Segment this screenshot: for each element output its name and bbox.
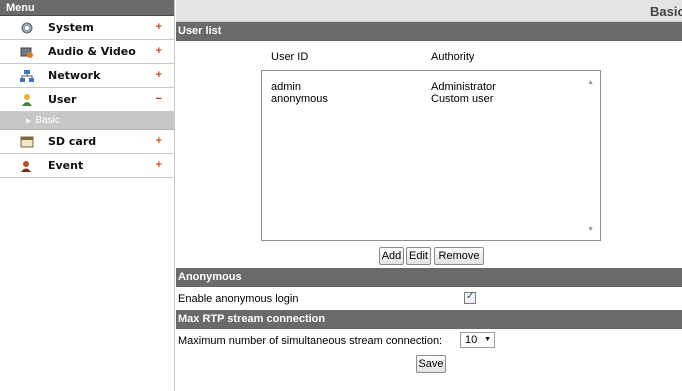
authority-cell: Custom user [431,93,494,105]
network-icon [20,69,34,82]
save-row: Save [176,352,682,380]
sidebar-item-label: SD card [48,135,97,148]
camera-icon [20,47,33,58]
add-user-button[interactable]: Add [379,247,404,265]
sidebar-menu: Menu System + Audio & Video + Network + [0,0,175,391]
scroll-down-icon[interactable]: ▼ [587,226,594,233]
user-list-box[interactable]: admin Administrator anonymous Custom use… [261,70,601,241]
collapse-icon: − [155,93,162,105]
chevron-down-icon: ▼ [484,336,491,343]
column-header-user-id: User ID [271,51,309,63]
sidebar-item-label: Audio & Video [48,45,136,58]
enable-anonymous-label: Enable anonymous login [178,293,299,305]
expand-icon: + [155,135,162,147]
scroll-up-icon[interactable]: ▲ [587,79,594,86]
expand-icon: + [155,159,162,171]
list-item[interactable]: admin Administrator [271,81,581,93]
max-stream-row: Maximum number of simultaneous stream co… [176,329,682,352]
section-header-anonymous: Anonymous [176,268,682,287]
section-header-user-list: User list [176,22,682,41]
main-content: Basic User list User ID Authority admin … [176,0,682,391]
user-id-cell: admin [271,81,301,93]
max-stream-label: Maximum number of simultaneous stream co… [178,335,443,347]
sidebar-item-audio-video[interactable]: Audio & Video + [0,40,174,64]
list-item[interactable]: anonymous Custom user [271,93,581,105]
expand-icon: + [155,69,162,81]
sidebar-item-sd-card[interactable]: SD card + [0,130,174,154]
sidebar-item-system[interactable]: System + [0,16,174,40]
sd-card-icon [20,136,34,147]
max-stream-select[interactable]: 10 ▼ [460,332,495,348]
sidebar-item-label: System [48,21,94,34]
page-title-bar: Basic [176,0,682,22]
checkmark-icon: ✓ [466,291,475,302]
section-header-rtp: Max RTP stream connection [176,310,682,329]
menu-title: Menu [0,0,174,16]
enable-anonymous-checkbox[interactable]: ✓ [464,291,476,304]
sidebar-item-event[interactable]: Event + [0,154,174,178]
authority-cell: Administrator [431,81,496,93]
max-stream-value: 10 [465,334,478,346]
event-icon [21,160,31,172]
user-icon [22,93,32,106]
sidebar-subitem-label: Basic [35,115,60,126]
expand-icon: + [155,45,162,57]
page-title: Basic [650,4,682,19]
save-button[interactable]: Save [416,355,446,373]
sidebar-item-label: Network [48,69,101,82]
remove-user-button[interactable]: Remove [434,247,484,265]
column-header-authority: Authority [431,51,475,63]
sidebar-item-network[interactable]: Network + [0,64,174,88]
user-id-cell: anonymous [271,93,328,105]
anonymous-login-row: Enable anonymous login ✓ [176,287,682,310]
edit-user-button[interactable]: Edit [406,247,431,265]
sidebar-item-user[interactable]: User − [0,88,174,112]
sidebar-subitem-basic[interactable]: ▶ Basic [0,112,174,130]
sidebar-item-label: Event [48,159,84,172]
expand-icon: + [155,21,162,33]
user-list-section: User ID Authority admin Administrator an… [176,41,682,268]
gear-icon [21,22,33,33]
chevron-right-icon: ▶ [26,117,32,125]
sidebar-item-label: User [48,93,77,106]
